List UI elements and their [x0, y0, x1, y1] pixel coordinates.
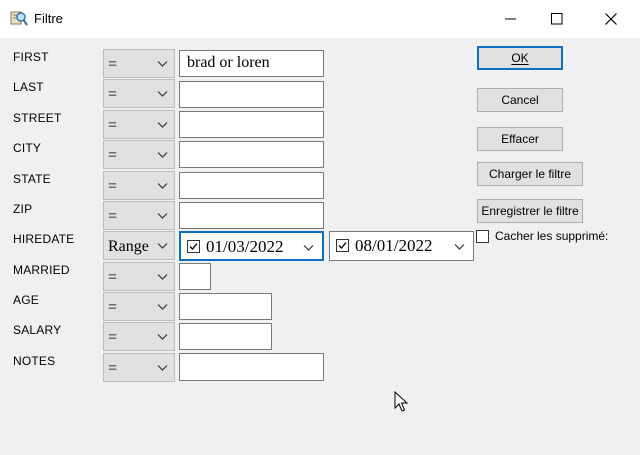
operator-select-age[interactable]: =: [103, 292, 175, 321]
operator-value: =: [108, 178, 118, 195]
save-filter-button[interactable]: Enregistrer le filtre: [477, 199, 583, 223]
chevron-down-icon: [157, 152, 168, 158]
filter-app-icon: [10, 9, 28, 27]
value-input-first[interactable]: brad or loren: [179, 50, 324, 77]
hiredate-from-value: 01/03/2022: [206, 237, 284, 256]
operator-value: =: [108, 269, 118, 286]
operator-select-last[interactable]: =: [103, 79, 175, 108]
chevron-down-icon: [157, 274, 168, 280]
operator-value: =: [108, 299, 118, 316]
field-label-city: CITY: [13, 141, 42, 155]
value-input-age[interactable]: [179, 293, 272, 320]
operator-select-street[interactable]: =: [103, 110, 175, 139]
operator-select-hiredate[interactable]: Range: [103, 231, 175, 260]
value-input-notes[interactable]: [179, 353, 324, 381]
value-input-married[interactable]: [179, 263, 211, 290]
value-input-street[interactable]: [179, 111, 324, 138]
value-input-state[interactable]: [179, 172, 324, 199]
value-input-city[interactable]: [179, 141, 324, 168]
load-filter-button-label: Charger le filtre: [488, 167, 572, 181]
chevron-down-icon[interactable]: [454, 243, 465, 251]
operator-select-married[interactable]: =: [103, 262, 175, 291]
chevron-down-icon: [157, 91, 168, 97]
operator-value: =: [108, 56, 118, 73]
chevron-down-icon[interactable]: [303, 244, 314, 252]
value-input-salary[interactable]: [179, 323, 272, 350]
field-label-married: MARRIED: [13, 263, 70, 277]
chevron-down-icon: [157, 243, 168, 249]
value-text: brad or loren: [187, 54, 270, 71]
chevron-down-icon: [157, 122, 168, 128]
hide-deleted-label: Cacher les supprimé:: [495, 229, 609, 243]
field-label-first: FIRST: [13, 50, 49, 64]
value-input-last[interactable]: [179, 81, 324, 108]
checkmark-icon: [189, 243, 198, 250]
chevron-down-icon: [157, 61, 168, 67]
field-label-salary: SALARY: [13, 323, 62, 337]
chevron-down-icon: [157, 183, 168, 189]
operator-select-state[interactable]: =: [103, 171, 175, 200]
operator-value: Range: [108, 238, 149, 255]
operator-select-salary[interactable]: =: [103, 322, 175, 351]
operator-value: =: [108, 86, 118, 103]
hiredate-from-picker[interactable]: 01/03/2022: [179, 231, 324, 261]
chevron-down-icon: [157, 304, 168, 310]
operator-value: =: [108, 147, 118, 164]
ok-button-label: OK: [511, 51, 529, 65]
clear-button-label: Effacer: [501, 132, 539, 146]
checkmark-icon: [338, 242, 347, 249]
field-label-street: STREET: [13, 111, 62, 125]
cancel-button-label: Cancel: [501, 93, 539, 107]
operator-value: =: [108, 208, 118, 225]
window-title: Filtre: [34, 11, 63, 26]
chevron-down-icon: [157, 365, 168, 371]
hiredate-to-picker[interactable]: 08/01/2022: [329, 231, 474, 261]
hide-deleted-checkbox[interactable]: [476, 230, 489, 243]
hiredate-to-value: 08/01/2022: [355, 236, 433, 255]
mouse-cursor-icon: [394, 391, 408, 412]
chevron-down-icon: [157, 213, 168, 219]
chevron-down-icon: [157, 334, 168, 340]
operator-select-city[interactable]: =: [103, 140, 175, 169]
close-button[interactable]: [588, 0, 634, 38]
title-bar: Filtre: [0, 0, 640, 38]
field-label-zip: ZIP: [13, 202, 33, 216]
field-label-last: LAST: [13, 80, 44, 94]
field-label-age: AGE: [13, 293, 39, 307]
operator-select-zip[interactable]: =: [103, 201, 175, 230]
cancel-button[interactable]: Cancel: [477, 88, 563, 112]
field-label-hiredate: HIREDATE: [13, 232, 75, 246]
operator-select-first[interactable]: =: [103, 49, 175, 78]
clear-button[interactable]: Effacer: [477, 127, 563, 151]
maximize-button[interactable]: [534, 0, 580, 38]
operator-value: =: [108, 360, 118, 377]
value-input-zip[interactable]: [179, 202, 324, 229]
operator-value: =: [108, 117, 118, 134]
field-label-notes: NOTES: [13, 354, 56, 368]
load-filter-button[interactable]: Charger le filtre: [477, 162, 583, 186]
ok-button[interactable]: OK: [477, 46, 563, 70]
operator-value: =: [108, 329, 118, 346]
close-icon: [605, 13, 617, 25]
hiredate-from-checkbox[interactable]: [187, 240, 200, 253]
minimize-button[interactable]: [488, 0, 534, 38]
save-filter-button-label: Enregistrer le filtre: [481, 204, 579, 218]
hiredate-to-checkbox[interactable]: [336, 239, 349, 252]
field-label-state: STATE: [13, 172, 51, 186]
operator-select-notes[interactable]: =: [103, 353, 175, 382]
